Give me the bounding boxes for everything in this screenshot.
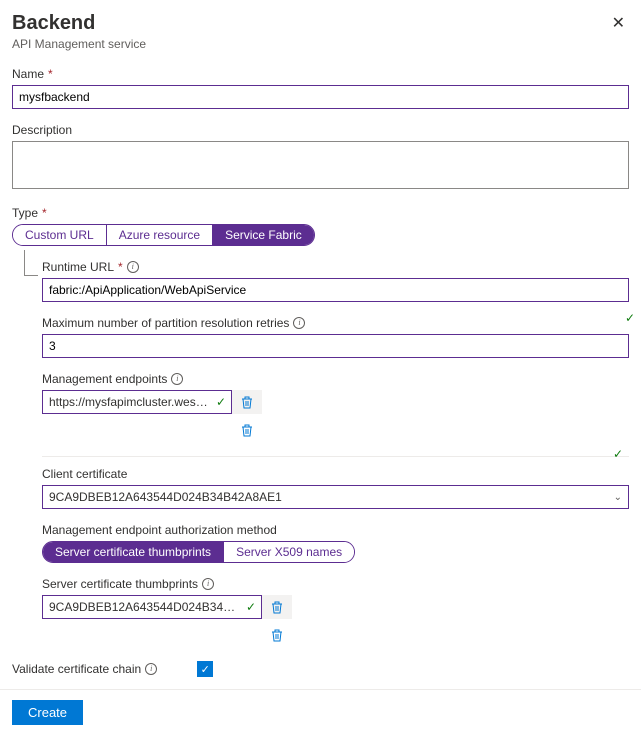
pill-x509[interactable]: Server X509 names	[224, 542, 354, 562]
info-icon[interactable]: i	[171, 373, 183, 385]
required-indicator: *	[48, 67, 53, 81]
info-icon[interactable]: i	[202, 578, 214, 590]
description-label: Description	[12, 123, 72, 137]
mgmt-endpoint-input[interactable]: https://mysfapimcluster.westus.cloud...	[42, 390, 232, 414]
delete-thumbprint-button-2[interactable]	[262, 623, 292, 647]
check-icon: ✓	[201, 663, 210, 676]
trash-icon	[271, 629, 283, 642]
client-cert-label: Client certificate	[42, 467, 127, 481]
delete-endpoint-button-2[interactable]	[232, 418, 262, 442]
type-pills: Custom URL Azure resource Service Fabric	[12, 224, 315, 246]
delete-endpoint-button[interactable]	[232, 390, 262, 414]
close-icon[interactable]: ✕	[608, 12, 629, 36]
runtime-url-input[interactable]	[42, 278, 629, 302]
mgmt-endpoints-label: Management endpoints	[42, 372, 167, 386]
trash-icon	[241, 396, 253, 409]
info-icon[interactable]: i	[127, 261, 139, 273]
page-subtitle: API Management service	[12, 37, 146, 51]
name-label: Name	[12, 67, 44, 81]
info-icon[interactable]: i	[293, 317, 305, 329]
client-cert-select[interactable]: 9CA9DBEB12A643544D024B34B42A8AE1 ⌄	[42, 485, 629, 509]
auth-method-label: Management endpoint authorization method	[42, 523, 277, 537]
client-cert-value: 9CA9DBEB12A643544D024B34B42A8AE1	[49, 490, 282, 504]
valid-icon: ✓	[613, 447, 623, 461]
connector-line	[24, 250, 38, 276]
chevron-down-icon: ⌄	[614, 492, 622, 503]
trash-icon	[241, 424, 253, 437]
max-retries-label: Maximum number of partition resolution r…	[42, 316, 289, 330]
validate-chain-label: Validate certificate chain	[12, 662, 141, 676]
description-input[interactable]	[12, 141, 629, 189]
runtime-url-label: Runtime URL	[42, 260, 114, 274]
pill-custom-url[interactable]: Custom URL	[13, 225, 107, 245]
type-label: Type	[12, 206, 38, 220]
trash-icon	[271, 601, 283, 614]
create-button[interactable]: Create	[12, 700, 83, 725]
auth-method-pills: Server certificate thumbprints Server X5…	[42, 541, 355, 563]
info-icon[interactable]: i	[145, 663, 157, 675]
required-indicator: *	[118, 260, 123, 274]
pill-azure-resource[interactable]: Azure resource	[107, 225, 213, 245]
delete-thumbprint-button[interactable]	[262, 595, 292, 619]
max-retries-input[interactable]	[42, 334, 629, 358]
pill-thumbprints[interactable]: Server certificate thumbprints	[43, 542, 224, 562]
thumbprint-input[interactable]: 9CA9DBEB12A643544D024B34B42A8AE1...	[42, 595, 262, 619]
pill-service-fabric[interactable]: Service Fabric	[213, 225, 314, 245]
page-title: Backend	[12, 12, 146, 35]
name-input[interactable]	[12, 85, 629, 109]
required-indicator: *	[42, 206, 47, 220]
thumbprints-label: Server certificate thumbprints	[42, 577, 198, 591]
validate-chain-checkbox[interactable]: ✓	[197, 661, 213, 677]
